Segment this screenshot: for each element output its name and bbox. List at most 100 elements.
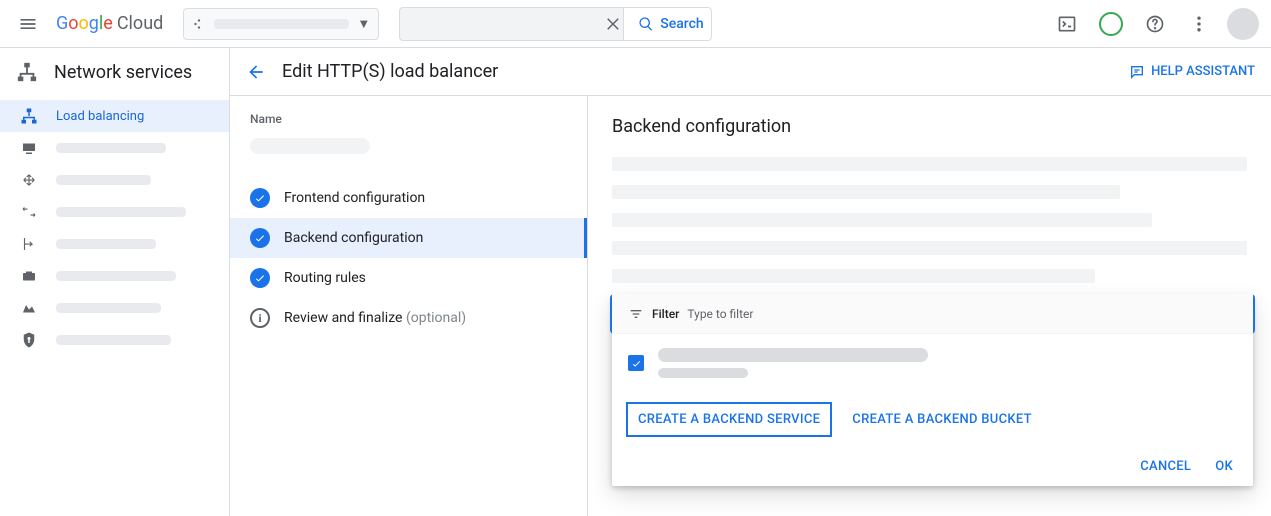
search-bar: Search <box>399 7 712 41</box>
create-backend-service-button[interactable]: CREATE A BACKEND SERVICE <box>626 402 832 437</box>
backend-config-title: Backend configuration <box>612 116 1247 137</box>
nav-label-redacted <box>56 239 156 249</box>
body: Network services Load balancing <box>0 48 1271 516</box>
nav-item-7[interactable] <box>0 292 229 324</box>
avatar-icon <box>1227 8 1259 40</box>
back-button[interactable] <box>246 62 266 82</box>
filter-row[interactable]: Filter Type to filter <box>612 294 1253 334</box>
option-text <box>658 348 928 378</box>
network-services-icon <box>16 61 38 83</box>
top-bar: Google Cloud ▼ Search <box>0 0 1271 48</box>
help-icon <box>1145 14 1165 34</box>
arrow-left-icon <box>246 62 266 82</box>
info-icon: i <box>250 308 270 328</box>
page-title: Edit HTTP(S) load balancer <box>282 61 1113 82</box>
nav-label-redacted <box>56 271 176 281</box>
sidebar: Network services Load balancing <box>0 48 230 516</box>
step-frontend-configuration[interactable]: Frontend configuration <box>250 178 567 218</box>
logo[interactable]: Google Cloud <box>56 13 163 34</box>
checkbox-checked[interactable] <box>628 355 644 371</box>
search-input[interactable] <box>400 8 605 40</box>
redacted-text <box>612 241 1247 255</box>
filter-placeholder: Type to filter <box>687 307 753 321</box>
nav-item-label: Load balancing <box>56 109 144 124</box>
content: Name Frontend configuration Backend conf… <box>230 96 1271 516</box>
nav: Load balancing <box>0 96 229 356</box>
nav-item-4[interactable] <box>0 196 229 228</box>
name-value-redacted <box>250 138 370 154</box>
nav-label-redacted <box>56 335 171 345</box>
search-icon <box>638 16 654 32</box>
help-assistant-button[interactable]: HELP ASSISTANT <box>1129 64 1255 80</box>
search-button[interactable]: Search <box>623 8 712 40</box>
name-field-label: Name <box>250 112 567 126</box>
nav-icon-4 <box>20 203 38 221</box>
nav-label-redacted <box>56 207 186 217</box>
dialog-buttons: CANCEL OK <box>612 447 1253 486</box>
cancel-button[interactable]: CANCEL <box>1140 459 1191 474</box>
search-clear-button[interactable] <box>605 8 623 40</box>
check-icon <box>250 268 270 288</box>
option-subtext-redacted <box>658 368 748 378</box>
project-name-redacted <box>214 19 349 29</box>
create-backend-bucket-button[interactable]: CREATE A BACKEND BUCKET <box>852 412 1032 427</box>
terminal-icon <box>1057 14 1077 34</box>
main: Edit HTTP(S) load balancer HELP ASSISTAN… <box>230 48 1271 516</box>
more-button[interactable] <box>1179 4 1219 44</box>
cloud-shell-button[interactable] <box>1047 4 1087 44</box>
account-button[interactable] <box>1223 4 1263 44</box>
filter-icon <box>628 306 644 322</box>
close-icon <box>605 15 623 33</box>
page-header: Edit HTTP(S) load balancer HELP ASSISTAN… <box>230 48 1271 96</box>
nav-label-redacted <box>56 303 161 313</box>
nav-icon-3 <box>20 171 38 189</box>
backend-option-row[interactable] <box>612 334 1253 392</box>
chat-icon <box>1129 64 1145 80</box>
redacted-text <box>612 185 1120 199</box>
step-label: Review and finalize (optional) <box>284 310 466 326</box>
backend-column: Backend configuration Backend services &… <box>588 96 1271 516</box>
sidebar-title: Network services <box>0 48 229 96</box>
chevron-down-icon: ▼ <box>357 16 370 32</box>
step-label: Frontend configuration <box>284 190 425 206</box>
option-name-redacted <box>658 348 928 362</box>
nav-item-5[interactable] <box>0 228 229 260</box>
backend-selector-popover: Filter Type to filter CREATE A BACK <box>612 296 1253 486</box>
nav-item-load-balancing[interactable]: Load balancing <box>0 100 229 132</box>
step-routing-rules[interactable]: Routing rules <box>250 258 567 298</box>
nav-item-8[interactable] <box>0 324 229 356</box>
check-icon <box>631 358 642 369</box>
load-balancing-icon <box>20 107 38 125</box>
step-backend-configuration[interactable]: Backend configuration <box>230 218 587 258</box>
kebab-icon <box>1189 14 1209 34</box>
step-label: Backend configuration <box>284 230 423 246</box>
help-button[interactable] <box>1135 4 1175 44</box>
check-icon <box>250 228 270 248</box>
top-utility-icons <box>1047 4 1263 44</box>
green-circle-icon <box>1099 12 1123 36</box>
check-icon <box>250 188 270 208</box>
nav-label-redacted <box>56 143 166 153</box>
project-icon <box>192 17 206 31</box>
redacted-text <box>612 213 1152 227</box>
nav-icon-2 <box>20 139 38 157</box>
status-indicator[interactable] <box>1091 4 1131 44</box>
menu-button[interactable] <box>8 4 48 44</box>
nav-icon-8 <box>20 331 38 349</box>
nav-item-6[interactable] <box>0 260 229 292</box>
step-label: Routing rules <box>284 270 366 286</box>
nav-icon-7 <box>20 299 38 317</box>
nav-icon-5 <box>20 235 38 253</box>
create-actions-row: CREATE A BACKEND SERVICE CREATE A BACKEN… <box>612 392 1253 447</box>
ok-button[interactable]: OK <box>1215 459 1233 474</box>
redacted-text <box>612 157 1247 171</box>
step-review-finalize[interactable]: i Review and finalize (optional) <box>250 298 567 338</box>
hamburger-icon <box>18 14 38 34</box>
steps-column: Name Frontend configuration Backend conf… <box>230 96 588 516</box>
redacted-text <box>612 269 1095 283</box>
project-selector[interactable]: ▼ <box>183 8 379 40</box>
nav-label-redacted <box>56 175 151 185</box>
nav-item-2[interactable] <box>0 132 229 164</box>
nav-item-3[interactable] <box>0 164 229 196</box>
filter-label: Filter <box>652 307 679 321</box>
